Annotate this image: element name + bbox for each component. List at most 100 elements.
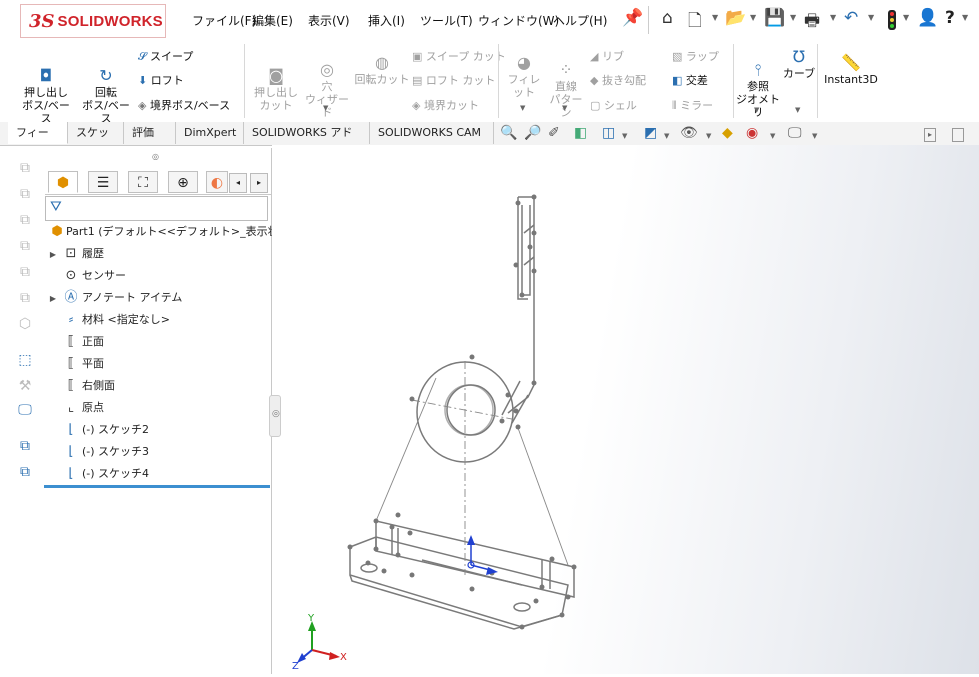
loft-button[interactable]: ⬇ ロフト <box>138 72 184 88</box>
tree-item-sketch4[interactable]: ⌊ (-) スケッチ4 <box>46 464 149 484</box>
extrude-boss-button[interactable]: ◘ 押し出し ボス/ベース <box>18 54 74 126</box>
undo-icon[interactable]: ↶ <box>844 8 858 28</box>
toolbar-item-2-icon[interactable]: ⧉ <box>14 186 36 206</box>
hide-show-icon[interactable]: 👁 <box>680 125 698 141</box>
home-icon[interactable]: ⌂ <box>662 8 673 28</box>
undo-dropdown-icon[interactable]: ▼ <box>868 13 874 22</box>
expand-arrow-icon[interactable]: ▶ <box>46 245 60 265</box>
view-settings-dropdown-icon[interactable]: ▼ <box>812 132 817 140</box>
graphics-viewport[interactable]: Y X Z <box>272 145 979 674</box>
propertymanager-tab-icon[interactable]: ☰ <box>88 171 118 193</box>
display-style-icon[interactable]: ◩ <box>644 125 657 141</box>
tabs-scroll-right-icon[interactable]: ▸ <box>250 173 268 193</box>
fillet-dropdown-icon[interactable]: ▼ <box>520 104 525 112</box>
previous-view-icon[interactable]: ✐ <box>548 125 560 141</box>
toolbar-item-1-icon[interactable]: ⧉ <box>14 160 36 180</box>
draft-button[interactable]: ◆ 抜き勾配 <box>590 72 646 88</box>
tab-evaluate[interactable]: 評価 <box>124 122 176 144</box>
mirror-button[interactable]: ⫴ ミラー <box>672 97 713 113</box>
panel-grip-icon[interactable]: ◎ <box>152 152 159 161</box>
revolve-boss-button[interactable]: ↻ 回転 ボス/ベース <box>78 54 134 126</box>
print-dropdown-icon[interactable]: ▼ <box>830 13 836 22</box>
hide-show-dropdown-icon[interactable]: ▼ <box>706 132 711 140</box>
boundary-cut-button[interactable]: ◈ 境界カット <box>412 97 479 113</box>
menu-tools[interactable]: ツール(T) <box>420 12 473 29</box>
scene-icon[interactable]: ◉ <box>746 125 758 141</box>
tree-item-front-plane[interactable]: ⟦ 正面 <box>46 332 104 352</box>
toolbar-item-7-icon[interactable]: ⬡ <box>14 316 36 336</box>
menu-view[interactable]: 表示(V) <box>308 12 350 29</box>
select-icon[interactable]: ⬚ <box>14 352 36 372</box>
edit-appearance-icon[interactable]: ◆ <box>722 125 733 141</box>
tab-addins[interactable]: SOLIDWORKS アドイン <box>244 122 370 161</box>
menu-insert[interactable]: 挿入(I) <box>368 12 405 29</box>
tree-item-sketch3[interactable]: ⌊ (-) スケッチ3 <box>46 442 149 462</box>
intersect-button[interactable]: ◧ 交差 <box>672 72 708 88</box>
tree-item-sensors[interactable]: ⊙ センサー <box>46 266 126 286</box>
swept-cut-button[interactable]: ▣ スイープ カット <box>412 48 506 64</box>
extrude-cut-button[interactable]: ◙ 押し出し カット <box>250 54 302 113</box>
tree-part-root[interactable]: ⬢ Part1 (デフォルト<<デフォルト>_表示状態 1> <box>48 222 309 242</box>
featuremanager-tab-icon[interactable]: ⬢ <box>48 171 78 193</box>
sweep-button[interactable]: 𝓢 スイープ <box>138 48 193 64</box>
menu-file[interactable]: ファイル(F) <box>192 12 256 29</box>
display-style-dropdown-icon[interactable]: ▼ <box>664 132 669 140</box>
dynamic-annotation-icon[interactable]: ◫ <box>602 125 615 141</box>
new-document-icon[interactable]: 🗋 <box>688 8 702 37</box>
open-icon[interactable]: 📂 <box>725 8 746 28</box>
toolbar-item-4-icon[interactable]: ⧉ <box>14 238 36 258</box>
curves-button[interactable]: ℧ カーブ <box>782 48 816 81</box>
section-view-icon[interactable]: ◧ <box>574 125 587 141</box>
curves-dropdown-icon[interactable]: ▼ <box>795 106 800 114</box>
scene-dropdown-icon[interactable]: ▼ <box>770 132 775 140</box>
pin-icon[interactable]: 📌 <box>622 8 643 28</box>
toolbar-item-6-icon[interactable]: ⧉ <box>14 290 36 310</box>
tab-cam[interactable]: SOLIDWORKS CAM <box>370 122 494 144</box>
refgeom-dropdown-icon[interactable]: ▼ <box>754 106 759 114</box>
hole-wizard-dropdown-icon[interactable]: ▼ <box>323 104 328 112</box>
revolve-cut-button[interactable]: ◍ 回転カット <box>354 54 410 87</box>
tab-dimxpert[interactable]: DimXpert <box>176 122 244 144</box>
insert-icon[interactable]: 🖵 <box>14 402 36 422</box>
save-dropdown-icon[interactable]: ▼ <box>790 13 796 22</box>
toolbar-item-5-icon[interactable]: ⧉ <box>14 264 36 284</box>
zoom-to-fit-icon[interactable]: 🔍 <box>500 125 517 141</box>
panel-splitter-handle[interactable]: ◎ <box>269 395 281 437</box>
traffic-light-icon[interactable] <box>888 10 896 30</box>
tree-item-material[interactable]: ⸗ 材料 <指定なし> <box>46 310 170 330</box>
rollback-bar[interactable] <box>44 485 270 488</box>
restore-icon[interactable]: ▸ <box>924 128 936 142</box>
copy-icon[interactable]: ⧉ <box>14 438 36 458</box>
print-icon[interactable]: 🖶 <box>804 8 820 37</box>
menu-window[interactable]: ウィンドウ(W) <box>478 12 559 29</box>
open-dropdown-icon[interactable]: ▼ <box>750 13 756 22</box>
tab-features[interactable]: フィーチャー <box>8 122 68 161</box>
view-settings-icon[interactable]: 🖵 <box>788 125 802 141</box>
menu-help[interactable]: ヘルプ(H) <box>553 12 607 29</box>
tabs-scroll-left-icon[interactable]: ◂ <box>229 173 247 193</box>
fillet-button[interactable]: ◕ フィレット <box>504 54 544 100</box>
pattern-dropdown-icon[interactable]: ▼ <box>562 104 567 112</box>
tab-sketch[interactable]: スケッチ <box>68 122 124 161</box>
tree-item-top-plane[interactable]: ⟦ 平面 <box>46 354 104 374</box>
tree-item-history[interactable]: ▶ ⊡ 履歴 <box>46 244 104 264</box>
maximize-icon[interactable] <box>952 128 964 142</box>
rebuild-dropdown-icon[interactable]: ▼ <box>903 13 909 22</box>
toolbar-item-3-icon[interactable]: ⧉ <box>14 212 36 232</box>
menu-edit[interactable]: 編集(E) <box>252 12 293 29</box>
tree-filter-input[interactable]: ⛛ <box>45 196 268 221</box>
tree-item-right-plane[interactable]: ⟦ 右側面 <box>46 376 115 396</box>
lofted-cut-button[interactable]: ▤ ロフト カット <box>412 72 495 88</box>
solidworks-logo[interactable]: 3S SOLIDWORKS <box>20 4 166 38</box>
configurationmanager-tab-icon[interactable]: ⛶ <box>128 171 158 193</box>
tree-item-annotations[interactable]: ▶ Ⓐ アノテート アイテム <box>46 288 182 308</box>
new-dropdown-icon[interactable]: ▼ <box>712 13 718 22</box>
wrap-button[interactable]: ▧ ラップ <box>672 48 719 64</box>
instant3d-button[interactable]: 📏 Instant3D <box>822 54 880 87</box>
dimxpert-tab-icon[interactable]: ⊕ <box>168 171 198 193</box>
boundary-boss-button[interactable]: ◈ 境界ボス/ベース <box>138 97 230 113</box>
help-dropdown-icon[interactable]: ▼ <box>962 13 968 22</box>
shell-button[interactable]: ▢ シェル <box>590 97 637 113</box>
edit-component-icon[interactable]: ⚒ <box>14 378 36 398</box>
user-icon[interactable]: 👤 <box>917 8 938 28</box>
